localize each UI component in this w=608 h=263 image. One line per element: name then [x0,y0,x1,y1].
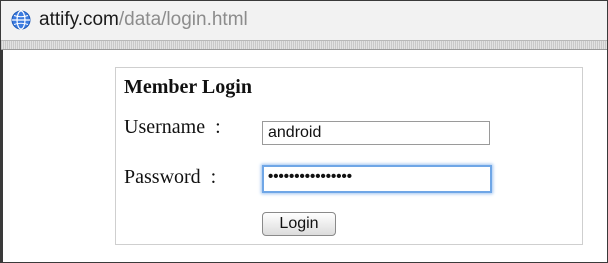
login-button[interactable]: Login [262,212,336,236]
globe-icon [11,10,31,30]
username-label: Username : [124,116,221,138]
toolbar-divider [1,41,607,50]
url-domain: attify.com [39,9,119,30]
address-bar[interactable]: attify.com/data/login.html [1,1,607,41]
password-field[interactable]: •••••••••••••••• [262,165,492,193]
window-edge [1,50,3,262]
url-path: /data/login.html [118,9,248,30]
password-value: •••••••••••••••• [268,168,353,185]
login-form: Member Login Username : android Password… [115,67,583,245]
password-label: Password : [124,166,217,188]
username-value: android [268,124,322,141]
username-field[interactable]: android [262,121,490,145]
login-title: Member Login [124,76,252,98]
url-field[interactable]: attify.com/data/login.html [1,1,607,39]
browser-window: attify.com/data/login.html Member Login … [0,0,608,263]
